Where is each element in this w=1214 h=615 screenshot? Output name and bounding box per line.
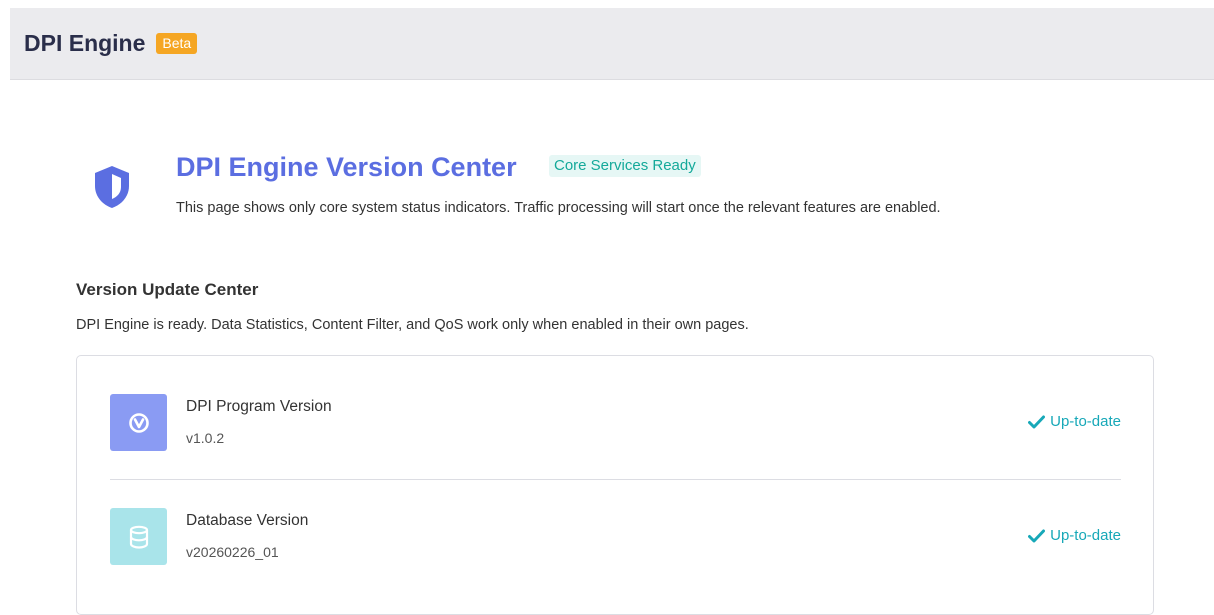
status-indicator: Up-to-date — [1028, 527, 1121, 544]
section-description: DPI Engine is ready. Data Statistics, Co… — [76, 317, 749, 333]
list-item-database-version: Database Version v20260226_01 Up-to-date — [110, 494, 1121, 584]
item-name: DPI Program Version — [186, 398, 332, 415]
app-title: DPI Engine — [24, 30, 146, 56]
item-version: v20260226_01 — [186, 544, 279, 560]
shield-icon — [95, 166, 129, 208]
program-version-icon — [110, 394, 167, 451]
check-icon — [1028, 529, 1046, 542]
item-version: v1.0.2 — [186, 430, 225, 446]
section-title: Version Update Center — [76, 280, 259, 299]
list-item-program-version: DPI Program Version v1.0.2 Up-to-date — [110, 380, 1121, 470]
page-description: This page shows only core system status … — [176, 200, 941, 216]
beta-badge: Beta — [156, 33, 198, 54]
page-title: DPI Engine Version Center — [176, 152, 517, 182]
database-icon — [110, 508, 167, 565]
divider — [110, 479, 1121, 480]
top-bar: DPI Engine Beta — [10, 8, 1214, 80]
item-name: Database Version — [186, 512, 309, 529]
status-badge: Core Services Ready — [549, 155, 701, 177]
status-text: Up-to-date — [1050, 527, 1121, 544]
status-indicator: Up-to-date — [1028, 413, 1121, 430]
check-icon — [1028, 415, 1046, 428]
version-panel: DPI Program Version v1.0.2 Up-to-date Da… — [76, 355, 1154, 615]
hero-section: DPI Engine Version Center Core Services … — [86, 150, 1186, 230]
status-text: Up-to-date — [1050, 413, 1121, 430]
